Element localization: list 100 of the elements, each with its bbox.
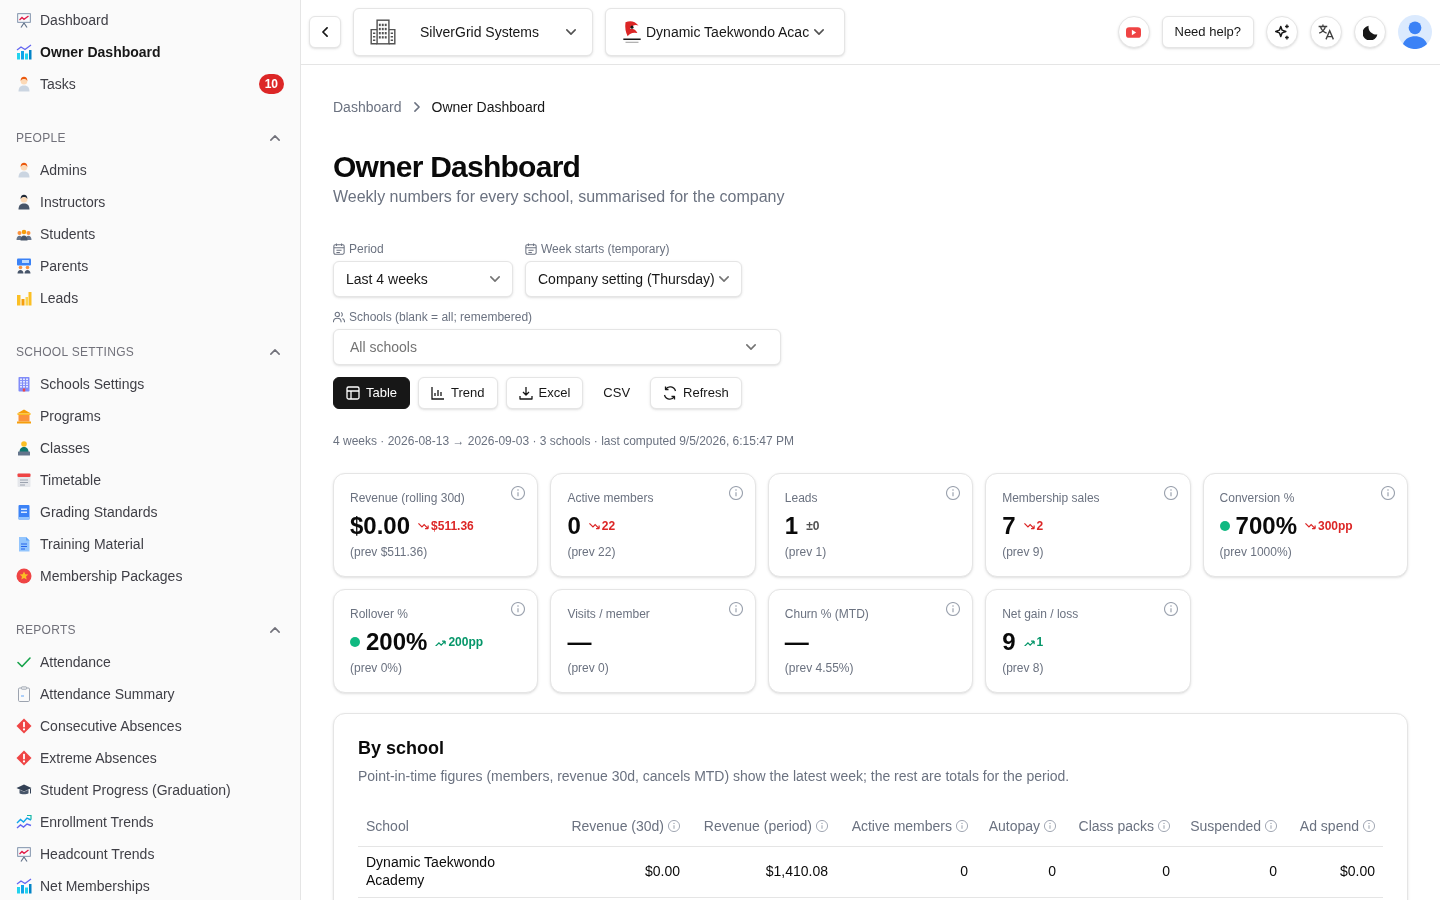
metric-label: Conversion % [1219, 490, 1295, 506]
chevron-down-icon [746, 344, 756, 350]
sidebar-item[interactable]: Attendance [0, 646, 300, 678]
avatar-icon[interactable] [1398, 15, 1432, 49]
table-cell: $0.00 [644, 862, 680, 879]
column-header: Class packs [1078, 816, 1154, 836]
breadcrumb-link[interactable]: Dashboard [333, 97, 402, 117]
table-cell: 0 [1048, 862, 1056, 879]
metric-value: 9 [1002, 627, 1016, 657]
office-building-icon [370, 19, 396, 45]
chevron-up-icon[interactable] [270, 349, 280, 355]
table-cell: 0 [960, 862, 968, 879]
sidebar-item[interactable]: Grading Standards [0, 496, 300, 528]
sparkles-icon [1274, 24, 1290, 40]
info-icon[interactable] [946, 486, 961, 500]
bar-chart-icon [431, 386, 446, 400]
sidebar-item[interactable]: Leads [0, 282, 300, 314]
info-icon[interactable] [956, 820, 968, 833]
week-start-select[interactable]: Company setting (Thursday) [525, 261, 742, 297]
video-button[interactable] [1117, 16, 1150, 48]
sidebar-item[interactable]: Attendance Summary [0, 678, 300, 710]
sidebar-item[interactable]: Dashboard [0, 4, 300, 36]
chevron-down-icon [718, 276, 729, 282]
help-button[interactable]: Need help? [1161, 16, 1254, 48]
language-button[interactable] [1310, 16, 1342, 48]
download-icon [518, 386, 533, 400]
sidebar-item[interactable]: Owner Dashboard [0, 36, 300, 68]
sidebar-item[interactable]: Enrollment Trends [0, 806, 300, 838]
page-subtitle: Weekly numbers for every school, summarised for the company [333, 187, 785, 207]
change-value: $511.36 [431, 518, 474, 535]
period-select[interactable]: Last 4 weeks [333, 261, 513, 297]
company-select[interactable]: SilverGrid Systems [353, 8, 593, 56]
section-title: By school [358, 737, 445, 760]
column-header: Revenue (30d) [571, 816, 664, 836]
metric-value: 7 [1002, 511, 1016, 541]
presentation-board-icon [16, 12, 32, 28]
calendar-icon [525, 243, 537, 255]
info-icon[interactable] [511, 486, 526, 500]
info-icon[interactable] [668, 820, 680, 833]
sidebar-item[interactable]: Headcount Trends [0, 838, 300, 870]
sidebar-item[interactable]: Admins [0, 154, 300, 186]
theme-button[interactable] [1354, 16, 1386, 48]
info-icon[interactable] [1265, 820, 1277, 833]
previous-value: (prev 4.55%) [784, 660, 854, 676]
sidebar-item[interactable]: Timetable [0, 464, 300, 496]
view-tab[interactable]: Table [333, 377, 411, 409]
action-button[interactable]: Refresh [650, 377, 742, 409]
info-icon[interactable] [816, 820, 828, 833]
table-cell: $1,410.08 [765, 862, 828, 879]
column-header: Suspended [1190, 816, 1261, 836]
sidebar-item[interactable]: Student Progress (Graduation) [0, 774, 300, 806]
schools-select[interactable]: All schools [333, 329, 781, 365]
info-icon[interactable] [511, 602, 526, 616]
chevron-up-icon[interactable] [270, 627, 280, 633]
action-button[interactable]: Excel [505, 377, 584, 409]
document-icon [16, 536, 32, 552]
person-at-desk-icon [16, 440, 32, 456]
back-button[interactable] [309, 16, 341, 48]
sidebar-item[interactable]: Consecutive Absences [0, 710, 300, 742]
sidebar-item[interactable]: Tasks 10 [0, 68, 300, 100]
section-heading: SCHOOL SETTINGS [16, 344, 135, 361]
previous-value: (prev 8) [1002, 660, 1044, 676]
info-icon[interactable] [1158, 820, 1170, 833]
sidebar-item[interactable]: Training Material [0, 528, 300, 560]
chevron-up-icon[interactable] [270, 135, 280, 141]
ai-button[interactable] [1266, 16, 1298, 48]
info-icon[interactable] [946, 602, 961, 616]
sidebar-item[interactable]: Parents [0, 250, 300, 282]
info-icon[interactable] [1381, 486, 1395, 500]
info-icon[interactable] [728, 486, 743, 500]
summary-text: 4 weeks · 2026-08-13 → 2026-09-03 · 3 schools · last computed 9/5/2026, 6:15:47 PM [333, 433, 794, 449]
video-play-icon [1126, 26, 1141, 38]
line-chart-icon [16, 814, 32, 830]
presentation-board-icon [16, 846, 32, 862]
sidebar-item[interactable]: Programs [0, 400, 300, 432]
sidebar-item[interactable]: Schools Settings [0, 368, 300, 400]
column-header: School [366, 816, 409, 836]
bar-chart-icon [16, 290, 32, 306]
sidebar-item[interactable]: Classes [0, 432, 300, 464]
school-name: Dynamic Taekwondo Academy [366, 852, 496, 889]
sidebar-item[interactable]: Extreme Absences [0, 742, 300, 774]
table-cell: 0 [1162, 862, 1170, 879]
info-icon[interactable] [1044, 820, 1056, 833]
page-title: Owner Dashboard [333, 149, 581, 185]
sidebar-item[interactable]: Net Memberships [0, 870, 300, 900]
export-link[interactable]: CSV [591, 377, 643, 409]
info-icon[interactable] [1163, 486, 1178, 500]
breadcrumb-current: Owner Dashboard [431, 98, 546, 117]
info-icon[interactable] [1163, 602, 1178, 616]
chevron-right-icon [413, 102, 420, 112]
info-icon[interactable] [728, 602, 743, 616]
school-select[interactable]: Dynamic Taekwondo Acac [605, 8, 845, 56]
metric-label: Visits / member [567, 606, 650, 622]
view-tab[interactable]: Trend [418, 377, 498, 409]
sidebar-item[interactable]: Instructors [0, 186, 300, 218]
change-value: ±0 [806, 518, 820, 535]
previous-value: (prev 1000%) [1219, 544, 1292, 560]
sidebar-item[interactable]: Membership Packages [0, 560, 300, 592]
sidebar-item[interactable]: Students [0, 218, 300, 250]
info-icon[interactable] [1363, 820, 1375, 833]
